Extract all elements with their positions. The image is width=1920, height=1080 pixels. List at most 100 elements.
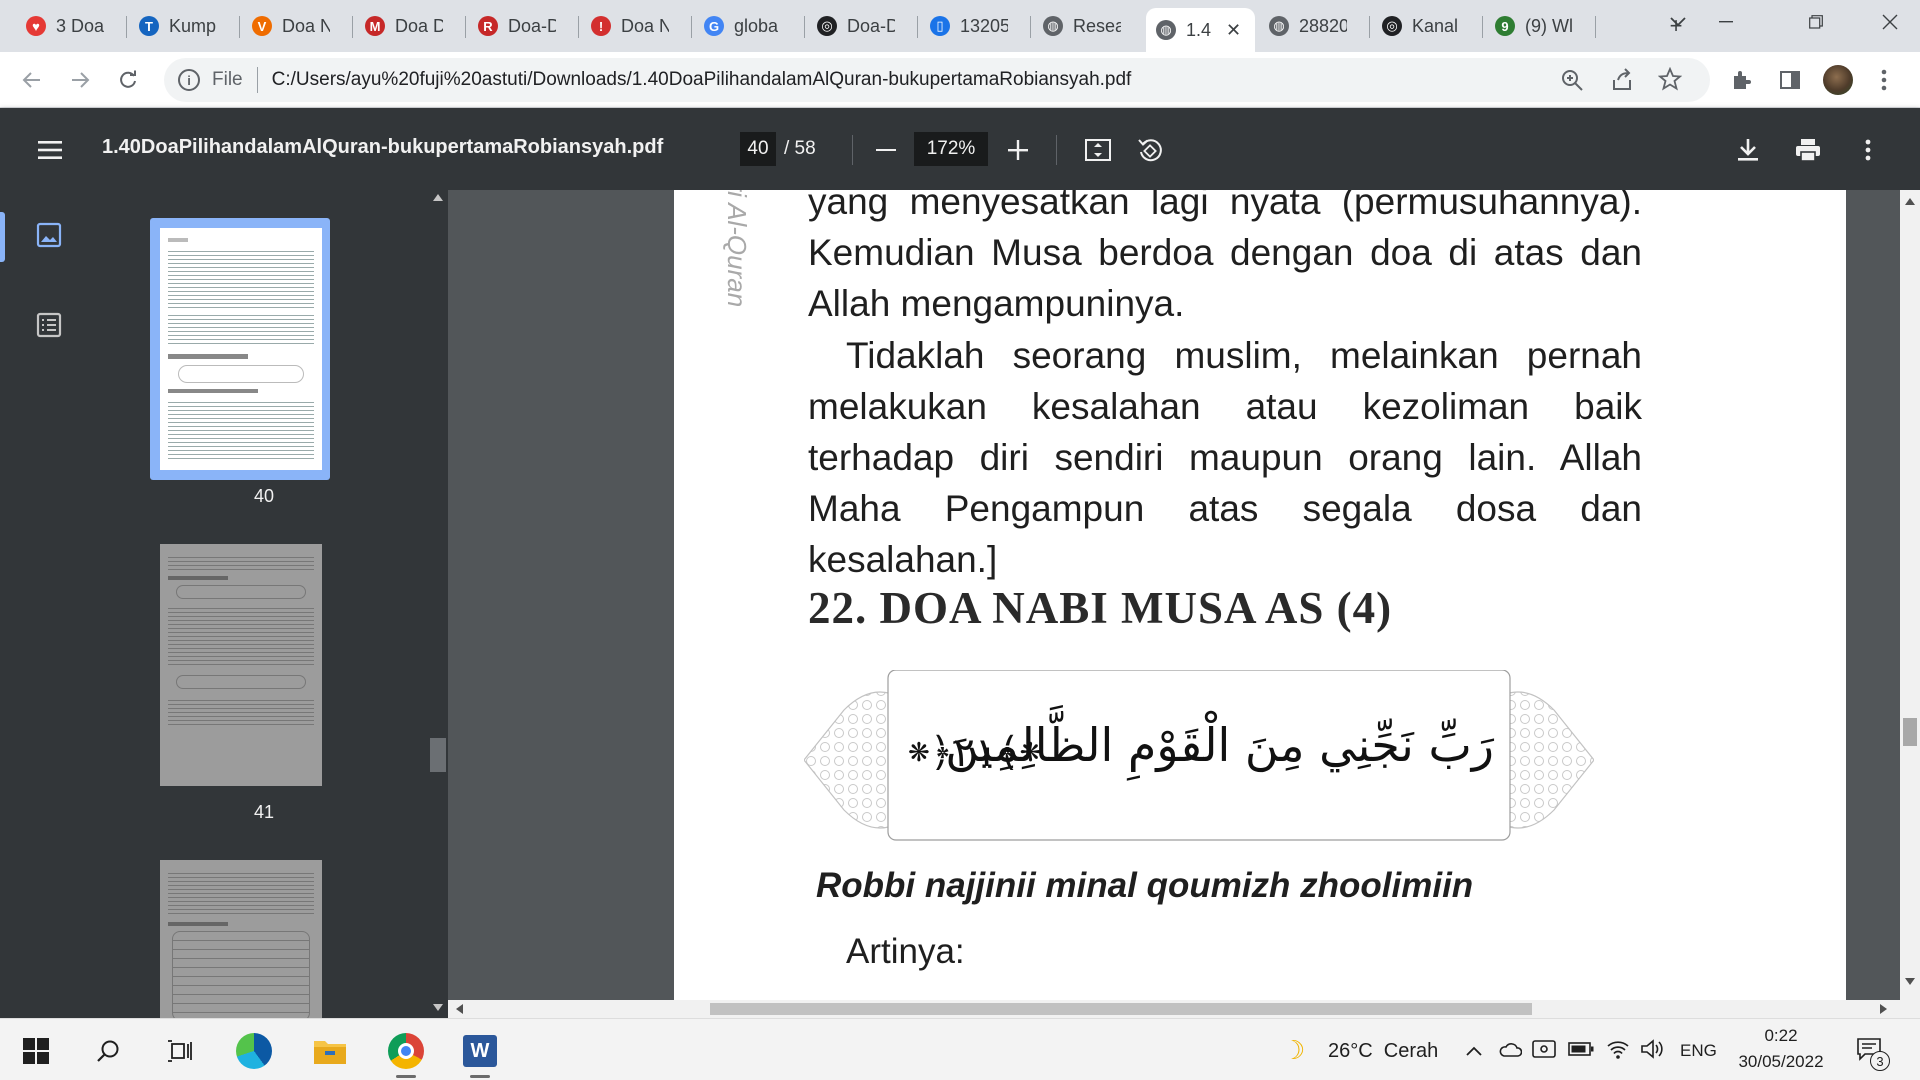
weather-moon-icon[interactable]: ☽ xyxy=(1282,1035,1305,1066)
word-icon[interactable]: W xyxy=(458,1029,502,1073)
scroll-down-arrow-icon[interactable] xyxy=(433,1004,443,1011)
browser-toolbar: i File C:/Users/ayu%20fuji%20astuti/Down… xyxy=(0,52,1920,108)
page-thumbnail-42[interactable] xyxy=(160,860,322,1018)
tab-favicon-icon: G xyxy=(704,16,724,36)
browser-tab[interactable]: 9 (9) Wl xyxy=(1485,8,1594,44)
verse-number: ٢١ xyxy=(953,730,997,776)
scroll-up-arrow-icon[interactable] xyxy=(433,194,443,201)
download-icon[interactable] xyxy=(1730,132,1766,168)
chrome-icon[interactable] xyxy=(384,1029,428,1073)
browser-tab[interactable]: ▯ 13205 xyxy=(920,8,1029,44)
close-tab-icon[interactable]: ✕ xyxy=(1226,20,1241,41)
zoom-out-button[interactable] xyxy=(868,132,904,168)
weather-text[interactable]: 26°C Cerah xyxy=(1328,1040,1438,1063)
tab-favicon-icon: ◎ xyxy=(1382,16,1402,36)
scroll-right-arrow-icon[interactable] xyxy=(1880,1004,1887,1014)
tab-title: Kump xyxy=(169,15,217,36)
onedrive-cloud-icon[interactable] xyxy=(1498,1041,1523,1062)
thumbnail-view-icon[interactable] xyxy=(36,222,64,255)
share-icon[interactable] xyxy=(1610,68,1634,98)
reload-button[interactable] xyxy=(110,62,146,98)
fit-to-page-icon[interactable] xyxy=(1080,132,1116,168)
horizontal-scrollbar-thumb[interactable] xyxy=(710,1003,1532,1015)
browser-tab[interactable]: V Doa N xyxy=(242,8,351,44)
address-bar[interactable]: i File C:/Users/ayu%20fuji%20astuti/Down… xyxy=(164,58,1710,102)
tab-favicon-icon: R xyxy=(478,16,498,36)
edge-icon[interactable] xyxy=(232,1029,276,1073)
zoom-icon[interactable] xyxy=(1560,68,1584,98)
outline-view-icon[interactable] xyxy=(36,312,64,345)
browser-tab[interactable]: R Doa-D xyxy=(468,8,577,44)
url-text[interactable]: C:/Users/ayu%20fuji%20astuti/Downloads/1… xyxy=(272,69,1132,91)
browser-tab[interactable]: ♥ 3 Doa xyxy=(16,8,125,44)
clock-time[interactable]: 0:22 xyxy=(1732,1026,1830,1046)
browser-tab[interactable]: T Kump xyxy=(129,8,238,44)
start-button[interactable] xyxy=(14,1029,58,1073)
tab-title: 1.4 xyxy=(1186,19,1212,40)
tab-title: 3 Doa xyxy=(56,15,104,36)
pdf-more-options-icon[interactable] xyxy=(1850,132,1886,168)
close-window-button[interactable] xyxy=(1860,0,1920,44)
pdf-viewer[interactable]: ari Al-Quran yang menyesatkan lagi nyata… xyxy=(448,190,1900,1008)
input-language[interactable]: ENG xyxy=(1680,1041,1717,1061)
scroll-down-arrow-icon[interactable] xyxy=(1905,978,1915,985)
zoom-in-button[interactable] xyxy=(1000,132,1036,168)
page-thumbnail-41[interactable] xyxy=(160,544,322,786)
bookmark-star-icon[interactable] xyxy=(1657,66,1683,97)
vertical-scrollbar-thumb[interactable] xyxy=(1903,718,1917,746)
tab-separator xyxy=(804,16,805,38)
url-scheme: File xyxy=(212,69,243,90)
restore-button[interactable] xyxy=(1786,0,1846,44)
tab-favicon-icon: ◎ xyxy=(817,16,837,36)
task-view-icon[interactable] xyxy=(158,1029,202,1073)
wifi-icon[interactable] xyxy=(1606,1039,1630,1064)
page-thumbnail-40[interactable] xyxy=(160,228,322,470)
print-icon[interactable] xyxy=(1790,132,1826,168)
windows-taskbar: W ☽ 26°C Cerah ENG 0:22 30/05/2022 3 xyxy=(0,1018,1920,1080)
side-panel-icon[interactable] xyxy=(1772,62,1808,98)
browser-tab[interactable]: ◍ 28820 xyxy=(1259,8,1368,44)
zoom-level-input[interactable] xyxy=(914,132,988,166)
info-icon[interactable]: i xyxy=(178,69,200,91)
search-icon[interactable] xyxy=(86,1029,130,1073)
file-explorer-icon[interactable] xyxy=(308,1029,352,1073)
extensions-puzzle-icon[interactable] xyxy=(1724,62,1760,98)
browser-tab[interactable]: ◍ 1.4 ✕ xyxy=(1146,8,1255,52)
browser-tab[interactable]: Ggloba xyxy=(694,8,803,44)
page-number-input[interactable] xyxy=(740,132,776,166)
browser-tab[interactable]: ! Doa N xyxy=(581,8,690,44)
back-button[interactable] xyxy=(14,62,50,98)
paragraph-continued: yang menyesatkan lagi nyata (permusuhann… xyxy=(808,190,1642,324)
transliteration: Robbi najjinii minal qoumizh zhoolimiin xyxy=(816,866,1474,905)
pdf-divider xyxy=(852,135,853,165)
arabic-verse-frame: رَبِّ نَجِّنِي مِنَ الْقَوْمِ الظَّالِمِ… xyxy=(804,670,1594,850)
meet-now-icon[interactable] xyxy=(1532,1039,1556,1064)
show-hidden-icons-chevron-up-icon[interactable] xyxy=(1466,1043,1482,1061)
browser-menu-icon[interactable] xyxy=(1866,62,1902,98)
thumbnail-page-number: 40 xyxy=(253,486,275,506)
profile-avatar[interactable] xyxy=(1820,62,1856,98)
sidebar-scrollbar[interactable] xyxy=(428,190,448,1018)
browser-tab[interactable]: ◎ Doa-D xyxy=(807,8,916,44)
clock-date[interactable]: 30/05/2022 xyxy=(1732,1052,1830,1072)
tab-favicon-icon: ◍ xyxy=(1043,16,1063,36)
volume-icon[interactable] xyxy=(1640,1039,1664,1064)
scroll-left-arrow-icon[interactable] xyxy=(456,1004,463,1014)
battery-icon[interactable] xyxy=(1568,1042,1594,1061)
browser-tab[interactable]: M Doa D xyxy=(355,8,464,44)
browser-tab[interactable]: ◍ Resea xyxy=(1033,8,1142,44)
tab-title: (9) Wl xyxy=(1525,15,1573,36)
thumbnail-list: 40 41 xyxy=(100,190,428,1018)
rotate-icon[interactable] xyxy=(1132,132,1168,168)
chrome-running-indicator xyxy=(396,1075,416,1078)
minimize-button[interactable] xyxy=(1696,0,1756,44)
forward-button[interactable] xyxy=(62,62,98,98)
horizontal-scrollbar[interactable] xyxy=(448,1000,1900,1018)
sidebar-scrollbar-thumb[interactable] xyxy=(430,738,446,772)
sidebar-menu-icon[interactable] xyxy=(32,132,68,168)
browser-tab[interactable]: ◎ Kanal xyxy=(1372,8,1481,44)
tab-separator xyxy=(239,16,240,38)
vertical-scrollbar[interactable] xyxy=(1900,190,1920,1018)
tab-separator xyxy=(465,16,466,38)
scroll-up-arrow-icon[interactable] xyxy=(1905,198,1915,205)
